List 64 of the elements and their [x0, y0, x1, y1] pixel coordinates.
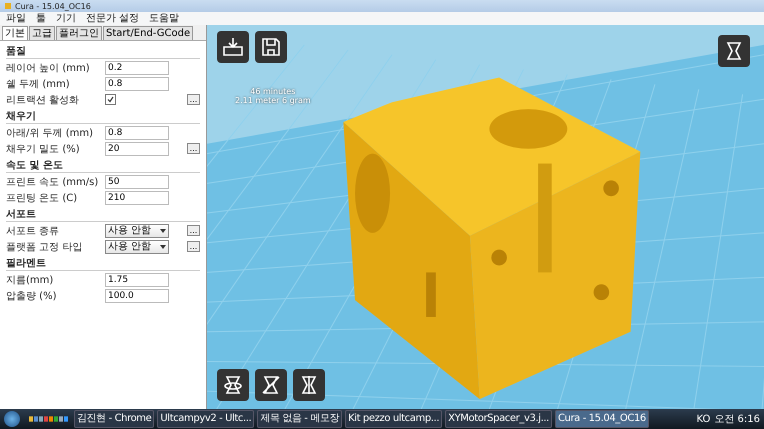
menu-item[interactable]: 기기: [52, 12, 80, 24]
field-label: 레이어 높이 (mm): [6, 62, 91, 74]
field-label: 서포트 종류: [6, 224, 60, 238]
input-field[interactable]: 210: [105, 190, 169, 204]
menu-item[interactable]: 툴: [32, 12, 50, 24]
dropdown-caret-icon: [160, 244, 166, 248]
rotate-button[interactable]: [217, 369, 249, 401]
more-button[interactable]: ...: [187, 143, 200, 154]
dropdown-caret-icon: [160, 228, 166, 232]
tab[interactable]: 고급: [29, 26, 55, 40]
input-field[interactable]: 20: [105, 142, 169, 156]
input-field[interactable]: 1.75: [105, 272, 169, 286]
section-title: 채우기: [6, 110, 200, 124]
section-title: 서포트: [6, 208, 200, 222]
tab[interactable]: 플러그인: [56, 26, 102, 40]
save-icon: [259, 35, 283, 59]
field-label: 쉘 두께 (mm): [6, 78, 71, 90]
field-label: 프린트 속도 (mm/s): [6, 176, 100, 188]
checkbox[interactable]: [105, 94, 116, 105]
section-title: 필라멘트: [6, 257, 200, 271]
tab[interactable]: Start/End-GCode: [103, 26, 194, 40]
field-label: 채우기 밀도 (%): [6, 142, 81, 156]
load-model-button[interactable]: [217, 31, 249, 63]
field-label: 프린팅 온도 (C): [6, 192, 78, 204]
window-title: Cura - 15.04_OC16: [15, 2, 91, 10]
more-button[interactable]: ...: [187, 94, 200, 105]
app-icon: [4, 2, 12, 10]
input-field[interactable]: 50: [105, 174, 169, 188]
menu-item[interactable]: 도움말: [145, 12, 184, 24]
more-button[interactable]: ...: [187, 241, 200, 252]
taskbar-item[interactable]: Kit pezzo ultcamp...: [345, 410, 442, 428]
taskbar-item[interactable]: Ultcampyv2 - Ultc...: [157, 410, 254, 428]
more-button[interactable]: ...: [187, 225, 200, 236]
input-field[interactable]: 0.8: [105, 76, 169, 90]
mirror-button[interactable]: [293, 369, 325, 401]
section-title: 속도 및 온도: [6, 159, 200, 173]
scale-button[interactable]: [255, 369, 287, 401]
field-label: 압출량 (%): [6, 290, 58, 302]
print-info: 2.11 meter 6 gram: [235, 96, 311, 105]
dropdown[interactable]: 사용 안함: [105, 240, 169, 254]
view-mode-button[interactable]: [718, 35, 750, 67]
clock: 오전 6:16: [714, 413, 760, 426]
input-field[interactable]: 0.2: [105, 60, 169, 74]
input-field[interactable]: 100.0: [105, 288, 169, 302]
taskbar-item[interactable]: Cura - 15.04_OC16: [554, 410, 649, 428]
field-label: 플랫폼 고정 타입: [6, 240, 84, 254]
start-button[interactable]: [4, 411, 20, 427]
field-label: 리트랙션 활성화: [6, 94, 80, 106]
load-icon: [221, 35, 245, 59]
field-label: 아래/위 두께 (mm): [6, 126, 94, 140]
field-label: 지름(mm): [6, 274, 54, 286]
menu-item[interactable]: 파일: [2, 12, 30, 24]
dropdown[interactable]: 사용 안함: [105, 224, 169, 238]
taskbar-item[interactable]: 김진현 - Chrome: [74, 410, 154, 428]
taskbar-item[interactable]: XYMotorSpacer_v3.j...: [445, 410, 552, 428]
quick-launch-icons[interactable]: [29, 414, 69, 424]
language-indicator[interactable]: KO: [696, 414, 710, 424]
section-title: 품질: [6, 45, 200, 59]
menu-item[interactable]: 전문가 설정: [82, 12, 144, 24]
save-button[interactable]: [255, 31, 287, 63]
print-info: 46 minutes: [250, 87, 296, 96]
input-field[interactable]: 0.8: [105, 126, 169, 140]
tab[interactable]: 기본: [2, 26, 28, 40]
taskbar-item[interactable]: 제목 없음 - 메모장: [257, 410, 342, 428]
